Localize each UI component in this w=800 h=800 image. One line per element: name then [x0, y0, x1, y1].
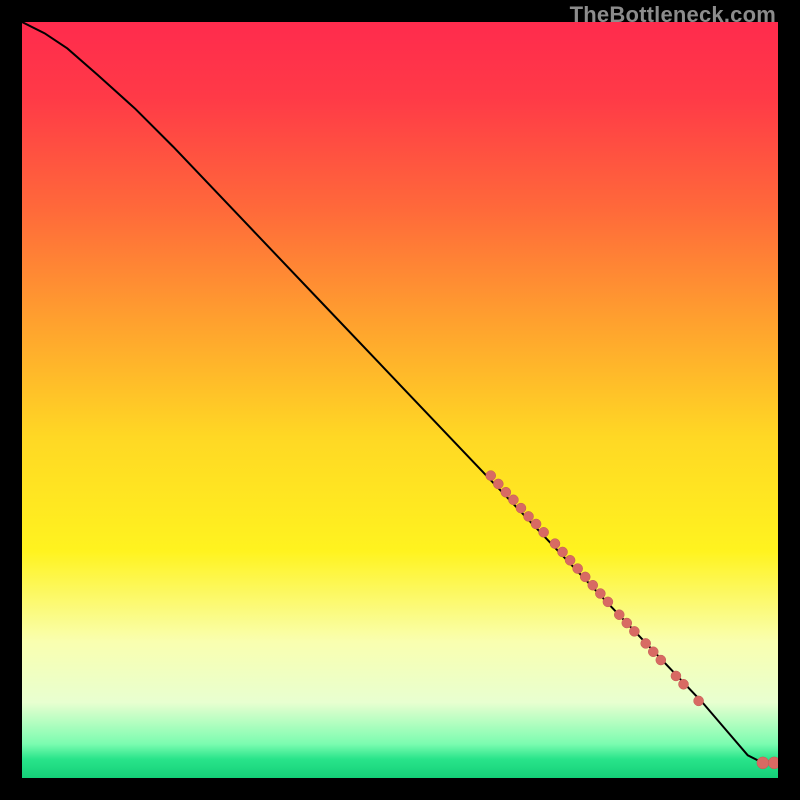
data-point [486, 471, 496, 481]
data-point [588, 580, 598, 590]
data-point [524, 511, 534, 521]
data-point [603, 597, 613, 607]
data-point [565, 555, 575, 565]
data-point [648, 647, 658, 657]
data-point [656, 655, 666, 665]
data-point [629, 626, 639, 636]
data-point [768, 757, 778, 769]
data-point [539, 527, 549, 537]
data-point [614, 610, 624, 620]
data-point [671, 671, 681, 681]
data-point [493, 479, 503, 489]
data-point [679, 679, 689, 689]
data-point [516, 503, 526, 513]
data-point [508, 495, 518, 505]
data-point [501, 487, 511, 497]
data-point [622, 618, 632, 628]
data-point [558, 547, 568, 557]
data-point [573, 564, 583, 574]
data-point [580, 572, 590, 582]
data-point [694, 696, 704, 706]
data-point [550, 539, 560, 549]
chart-stage: TheBottleneck.com [0, 0, 800, 800]
data-point [595, 589, 605, 599]
data-point [757, 757, 769, 769]
data-point [641, 638, 651, 648]
plot-area [22, 22, 778, 778]
gradient-background [22, 22, 778, 778]
chart-svg [22, 22, 778, 778]
data-point [531, 519, 541, 529]
